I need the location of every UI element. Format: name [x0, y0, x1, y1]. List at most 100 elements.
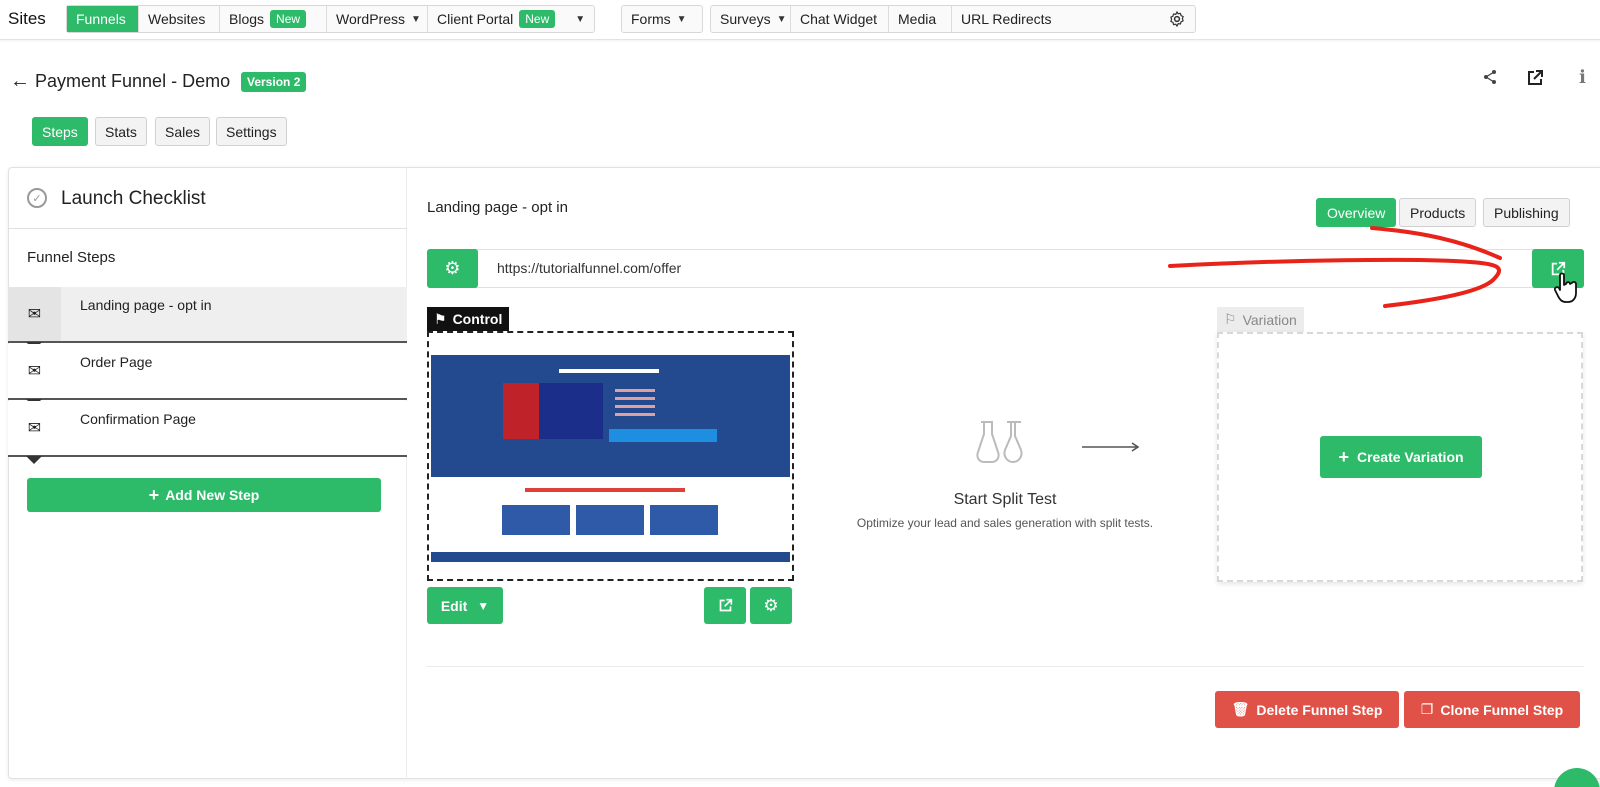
- back-arrow-icon[interactable]: ←: [10, 70, 30, 93]
- nav-blogs-label: Blogs: [229, 11, 265, 27]
- funnel-steps-heading: Funnel Steps: [27, 249, 116, 266]
- nav-url-redirects-label: URL Redirects: [961, 11, 1052, 27]
- nav-forms[interactable]: Forms ▼: [622, 6, 702, 32]
- delete-funnel-step-button[interactable]: 🗑 Delete Funnel Step: [1215, 691, 1399, 728]
- preview-video-shade: [539, 383, 603, 439]
- nav-client-portal-label: Client Portal: [437, 11, 514, 27]
- gear-icon: ⚙: [444, 258, 461, 278]
- chevron-down-icon: ▼: [575, 13, 586, 25]
- preview-testimonials-heading: [525, 488, 685, 492]
- plus-icon: +: [1338, 446, 1349, 467]
- nav-media-label: Media: [898, 11, 937, 27]
- preview-settings-button[interactable]: ⚙: [750, 587, 792, 624]
- copy-icon: ❐: [1420, 701, 1434, 717]
- annotation-arrow: [1168, 226, 1502, 308]
- preview-card: [502, 505, 570, 535]
- step-landing-page[interactable]: ✉ Landing page - opt in: [8, 287, 407, 350]
- nav-surveys[interactable]: Surveys ▼: [711, 6, 791, 32]
- chevron-down-icon: ▼: [776, 13, 787, 25]
- nav-media[interactable]: Media: [889, 6, 952, 32]
- delete-funnel-step-label: Delete Funnel Step: [1256, 701, 1383, 718]
- info-icon[interactable]: ℹ: [1579, 67, 1586, 88]
- split-test-title: Start Split Test: [953, 491, 1057, 508]
- split-test-subtitle: Optimize your lead and sales generation …: [856, 516, 1154, 530]
- launch-checklist-title[interactable]: Launch Checklist: [61, 188, 206, 210]
- new-badge: New: [519, 10, 556, 28]
- create-variation-button[interactable]: + Create Variation: [1320, 436, 1482, 478]
- nav-websites[interactable]: Websites: [139, 6, 220, 32]
- clone-funnel-step-label: Clone Funnel Step: [1440, 701, 1564, 718]
- step-connector-icon: [26, 456, 42, 464]
- preview-headline: [559, 369, 659, 373]
- trash-icon: 🗑: [1231, 701, 1250, 717]
- preview-card: [650, 505, 718, 535]
- tab-stats[interactable]: Stats: [95, 117, 147, 146]
- url-settings-button[interactable]: ⚙: [427, 249, 478, 288]
- control-tag: ⚑ Control: [427, 307, 510, 331]
- external-link-icon: [719, 598, 732, 612]
- envelope-icon: ✉: [27, 363, 42, 380]
- new-badge: New: [270, 10, 307, 28]
- cursor-hand-icon: [1554, 272, 1577, 303]
- nav-group-secondary: Surveys ▼ Chat Widget Media URL Redirects: [710, 5, 1196, 33]
- divider: [427, 666, 1584, 667]
- chevron-down-icon: ▼: [477, 598, 490, 613]
- nav-blogs[interactable]: Blogs New: [220, 6, 327, 32]
- envelope-icon: ✉: [8, 287, 61, 341]
- step-order-page[interactable]: ✉ Order Page: [8, 344, 407, 407]
- clone-funnel-step-button[interactable]: ❐ Clone Funnel Step: [1404, 691, 1580, 728]
- step-label: Order Page: [80, 354, 153, 370]
- nav-surveys-label: Surveys: [720, 11, 771, 27]
- envelope-icon: ✉: [27, 420, 42, 437]
- divider: [8, 228, 407, 229]
- nav-url-redirects[interactable]: URL Redirects: [952, 6, 1195, 32]
- variation-label: Variation: [1242, 311, 1297, 328]
- flask-icon: [976, 421, 1023, 464]
- version-badge: Version 2: [241, 72, 307, 92]
- preview-bullet: [615, 397, 655, 400]
- plus-icon: +: [148, 484, 160, 505]
- nav-wordpress[interactable]: WordPress ▼: [327, 6, 428, 32]
- tab-sales[interactable]: Sales: [155, 117, 211, 146]
- flag-outline-icon: ⚐: [1224, 311, 1237, 327]
- add-new-step-button[interactable]: + Add New Step: [27, 478, 381, 512]
- page-preview-thumbnail[interactable]: [427, 331, 794, 581]
- step-label: Confirmation Page: [80, 411, 196, 427]
- arrow-right-icon: [1082, 442, 1140, 452]
- preview-cta: [609, 429, 717, 442]
- preview-open-button[interactable]: [704, 587, 746, 624]
- variation-tag: ⚐ Variation: [1217, 307, 1304, 332]
- flag-icon: ⚑: [434, 310, 447, 327]
- control-label: Control: [452, 311, 503, 327]
- page-title: Payment Funnel - Demo: [35, 71, 231, 91]
- preview-hero: [431, 355, 790, 477]
- add-new-step-label: Add New Step: [165, 487, 260, 503]
- edit-label: Edit: [440, 597, 468, 614]
- nav-funnels[interactable]: Funnels: [67, 6, 139, 32]
- gear-icon[interactable]: [1168, 10, 1186, 28]
- nav-chat-widget-label: Chat Widget: [800, 11, 878, 27]
- sites-label: Sites: [8, 9, 46, 28]
- step-title: Landing page - opt in: [427, 199, 568, 216]
- tab-settings[interactable]: Settings: [216, 117, 287, 146]
- edit-button[interactable]: Edit ▼: [427, 587, 503, 624]
- nav-client-portal[interactable]: Client Portal New ▼: [428, 6, 594, 32]
- preview-bullet: [615, 389, 655, 392]
- step-confirmation-page[interactable]: ✉ Confirmation Page: [8, 401, 407, 464]
- nav-websites-label: Websites: [148, 11, 206, 27]
- nav-wordpress-label: WordPress: [336, 11, 405, 27]
- create-variation-label: Create Variation: [1356, 449, 1464, 465]
- share-icon[interactable]: [1482, 69, 1498, 85]
- chevron-down-icon: ▼: [676, 13, 687, 25]
- top-navigation: Sites Funnels Websites Blogs New WordPres…: [0, 0, 1600, 40]
- checkmark-circle-icon: ✓: [27, 188, 47, 208]
- chevron-down-icon: ▼: [410, 13, 421, 25]
- step-url[interactable]: https://tutorialfunnel.com/offer: [497, 260, 681, 276]
- preview-card: [576, 505, 644, 535]
- tab-steps[interactable]: Steps: [32, 117, 88, 146]
- step-label: Landing page - opt in: [80, 297, 212, 313]
- nav-forms-label: Forms: [631, 11, 671, 27]
- gear-icon: ⚙: [763, 595, 779, 615]
- nav-chat-widget[interactable]: Chat Widget: [791, 6, 889, 32]
- external-link-icon[interactable]: [1526, 69, 1544, 87]
